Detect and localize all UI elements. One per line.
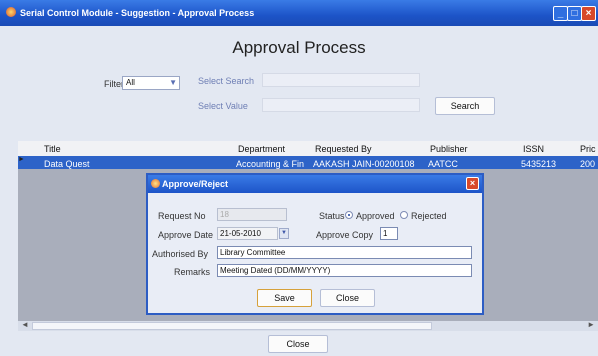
approve-date-value: 21-05-2010 [220,229,261,238]
column-header-title[interactable]: Title [44,144,61,154]
rejected-radio[interactable] [400,211,408,219]
column-header-requested-by[interactable]: Requested By [315,144,372,154]
select-search-label: Select Search [198,76,255,86]
approve-date-label: Approve Date [158,230,214,240]
table-row[interactable]: Data Quest Accounting & Fin AAKASH JAIN-… [18,156,598,169]
dialog-title: Approve/Reject [162,179,229,189]
close-button[interactable]: Close [268,335,328,353]
select-search-field[interactable] [262,73,420,87]
approved-radio-label[interactable]: Approved [356,211,395,221]
dialog-close-button[interactable]: Close [320,289,375,307]
current-row-arrow-icon: ► [18,156,25,163]
chevron-down-icon: ▼ [169,78,177,87]
column-header-department[interactable]: Department [238,144,285,154]
maximize-button[interactable]: □ [567,6,582,21]
column-header-price[interactable]: Pric [580,144,596,154]
column-header-issn[interactable]: ISSN [523,144,544,154]
cell-price: 200 [580,159,596,169]
approve-reject-dialog: Approve/Reject × Request No 18 Status Ap… [146,173,484,315]
select-value-label: Select Value [198,101,248,111]
cell-requested-by: AAKASH JAIN-00200108 [313,159,415,169]
cell-issn: 5435213 [521,159,557,169]
scroll-left-icon[interactable]: ◄ [21,320,29,329]
approve-copy-label: Approve Copy [316,230,374,240]
dialog-title-bar: Approve/Reject × [148,175,482,193]
authorised-by-field[interactable]: Library Committee [217,246,472,259]
filter-label: Filter [104,79,124,89]
rejected-radio-label[interactable]: Rejected [411,211,447,221]
horizontal-scrollbar[interactable]: ◄ ► [18,320,598,331]
close-window-button[interactable]: × [581,6,596,21]
approve-copy-field[interactable]: 1 [380,227,398,240]
approved-radio[interactable] [345,211,353,219]
cell-department: Accounting & Fin [236,159,305,169]
grid-header: Title Department Requested By Publisher … [18,141,598,157]
filter-dropdown[interactable]: All ▼ [122,76,180,90]
select-value-field[interactable] [262,98,420,112]
cell-title: Data Quest [44,159,90,169]
window-title: Serial Control Module - Suggestion - App… [20,8,255,18]
minimize-button[interactable]: _ [553,6,568,21]
approve-date-picker[interactable]: 21-05-2010 [217,227,278,240]
scrollbar-thumb[interactable] [32,322,432,330]
window-title-bar: Serial Control Module - Suggestion - App… [0,0,598,26]
dialog-close-icon[interactable]: × [466,177,479,190]
dialog-icon [151,179,160,188]
request-no-label: Request No [158,211,206,221]
remarks-field[interactable]: Meeting Dated (DD/MM/YYYY) [217,264,472,277]
app-icon [6,7,16,17]
search-button[interactable]: Search [435,97,495,115]
grid-row-header [10,141,18,331]
save-button[interactable]: Save [257,289,312,307]
authorised-by-label: Authorised By [152,249,209,259]
remarks-label: Remarks [174,267,211,277]
status-label: Status [319,211,345,221]
column-header-publisher[interactable]: Publisher [430,144,468,154]
scroll-right-icon[interactable]: ► [587,320,595,329]
page-title: Approval Process [232,38,366,57]
request-no-field: 18 [217,208,287,221]
filter-value: All [126,78,135,87]
calendar-dropdown-icon[interactable]: ▼ [279,228,289,239]
cell-publisher: AATCC [428,159,458,169]
